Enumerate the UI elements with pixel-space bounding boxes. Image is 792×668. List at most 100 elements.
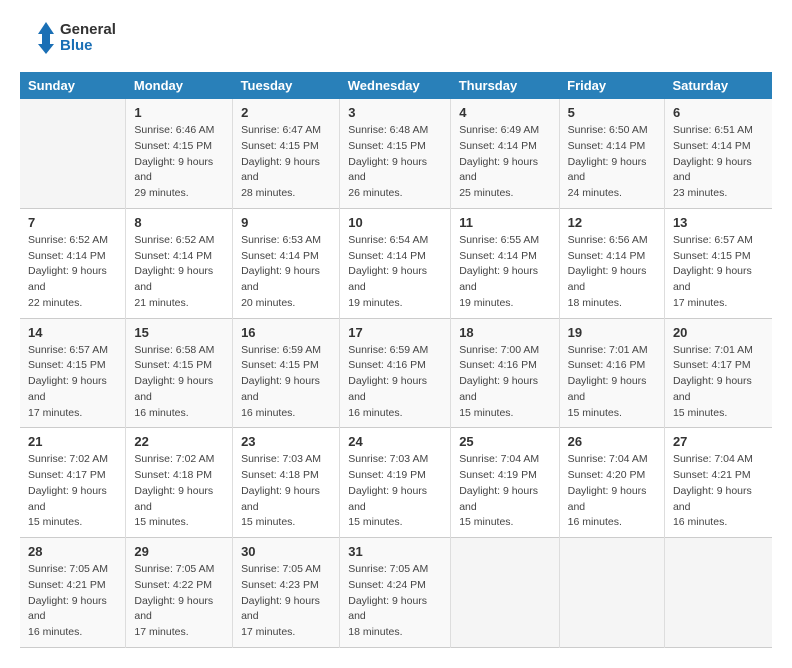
day-number: 14 bbox=[28, 325, 117, 340]
day-cell: 31 Sunrise: 7:05 AMSunset: 4:24 PMDayligh… bbox=[340, 538, 451, 648]
day-number: 8 bbox=[134, 215, 224, 230]
header: General Blue bbox=[20, 20, 772, 56]
day-detail: Sunrise: 6:58 AMSunset: 4:15 PMDaylight:… bbox=[134, 343, 224, 422]
day-number: 17 bbox=[348, 325, 442, 340]
day-cell: 6 Sunrise: 6:51 AMSunset: 4:14 PMDaylight… bbox=[664, 99, 772, 208]
header-cell-monday: Monday bbox=[126, 72, 233, 99]
day-cell bbox=[664, 538, 772, 648]
day-number: 31 bbox=[348, 544, 442, 559]
day-detail: Sunrise: 6:51 AMSunset: 4:14 PMDaylight:… bbox=[673, 123, 764, 202]
day-number: 26 bbox=[568, 434, 656, 449]
day-detail: Sunrise: 7:04 AMSunset: 4:20 PMDaylight:… bbox=[568, 452, 656, 531]
day-cell: 15 Sunrise: 6:58 AMSunset: 4:15 PMDayligh… bbox=[126, 318, 233, 428]
day-detail: Sunrise: 7:01 AMSunset: 4:17 PMDaylight:… bbox=[673, 343, 764, 422]
header-cell-saturday: Saturday bbox=[664, 72, 772, 99]
calendar-table: SundayMondayTuesdayWednesdayThursdayFrid… bbox=[20, 72, 772, 648]
day-cell: 29Sunrise: 7:05 AMSunset: 4:22 PMDayligh… bbox=[126, 538, 233, 648]
day-detail: Sunrise: 7:05 AMSunset: 4:22 PMDaylight:… bbox=[134, 562, 224, 641]
day-cell: 14 Sunrise: 6:57 AMSunset: 4:15 PMDayligh… bbox=[20, 318, 126, 428]
day-number: 12 bbox=[568, 215, 656, 230]
logo: General Blue bbox=[20, 20, 116, 56]
day-number: 30 bbox=[241, 544, 331, 559]
header-cell-friday: Friday bbox=[559, 72, 664, 99]
header-cell-sunday: Sunday bbox=[20, 72, 126, 99]
day-number: 21 bbox=[28, 434, 117, 449]
day-number: 2 bbox=[241, 105, 331, 120]
day-number: 3 bbox=[348, 105, 442, 120]
day-detail: Sunrise: 6:47 AMSunset: 4:15 PMDaylight:… bbox=[241, 123, 331, 202]
week-row-2: 7 Sunrise: 6:52 AMSunset: 4:14 PMDaylight… bbox=[20, 208, 772, 318]
day-cell bbox=[20, 99, 126, 208]
day-cell: 27Sunrise: 7:04 AMSunset: 4:21 PMDayligh… bbox=[664, 428, 772, 538]
day-number: 23 bbox=[241, 434, 331, 449]
day-detail: Sunrise: 7:02 AMSunset: 4:18 PMDaylight:… bbox=[134, 452, 224, 531]
day-cell: 18 Sunrise: 7:00 AMSunset: 4:16 PMDayligh… bbox=[451, 318, 559, 428]
day-detail: Sunrise: 6:54 AMSunset: 4:14 PMDaylight:… bbox=[348, 233, 442, 312]
day-detail: Sunrise: 7:04 AMSunset: 4:19 PMDaylight:… bbox=[459, 452, 550, 531]
day-detail: Sunrise: 6:56 AMSunset: 4:14 PMDaylight:… bbox=[568, 233, 656, 312]
logo-blue: Blue bbox=[60, 38, 116, 55]
day-cell: 16 Sunrise: 6:59 AMSunset: 4:15 PMDayligh… bbox=[233, 318, 340, 428]
day-cell: 19 Sunrise: 7:01 AMSunset: 4:16 PMDayligh… bbox=[559, 318, 664, 428]
day-detail: Sunrise: 7:05 AMSunset: 4:24 PMDaylight:… bbox=[348, 562, 442, 641]
day-number: 28 bbox=[28, 544, 117, 559]
day-cell: 13Sunrise: 6:57 AMSunset: 4:15 PMDayligh… bbox=[664, 208, 772, 318]
day-detail: Sunrise: 7:02 AMSunset: 4:17 PMDaylight:… bbox=[28, 452, 117, 531]
day-detail: Sunrise: 7:00 AMSunset: 4:16 PMDaylight:… bbox=[459, 343, 550, 422]
day-cell: 4Sunrise: 6:49 AMSunset: 4:14 PMDaylight… bbox=[451, 99, 559, 208]
day-number: 25 bbox=[459, 434, 550, 449]
day-cell bbox=[451, 538, 559, 648]
day-number: 24 bbox=[348, 434, 442, 449]
day-number: 5 bbox=[568, 105, 656, 120]
day-number: 9 bbox=[241, 215, 331, 230]
day-cell: 5 Sunrise: 6:50 AMSunset: 4:14 PMDaylight… bbox=[559, 99, 664, 208]
day-detail: Sunrise: 6:57 AMSunset: 4:15 PMDaylight:… bbox=[673, 233, 764, 312]
week-row-3: 14 Sunrise: 6:57 AMSunset: 4:15 PMDayligh… bbox=[20, 318, 772, 428]
day-number: 20 bbox=[673, 325, 764, 340]
day-detail: Sunrise: 7:05 AMSunset: 4:23 PMDaylight:… bbox=[241, 562, 331, 641]
day-detail: Sunrise: 6:57 AMSunset: 4:15 PMDaylight:… bbox=[28, 343, 117, 422]
day-cell: 10 Sunrise: 6:54 AMSunset: 4:14 PMDayligh… bbox=[340, 208, 451, 318]
day-cell: 7Sunrise: 6:52 AMSunset: 4:14 PMDaylight… bbox=[20, 208, 126, 318]
day-cell: 12 Sunrise: 6:56 AMSunset: 4:14 PMDayligh… bbox=[559, 208, 664, 318]
day-number: 18 bbox=[459, 325, 550, 340]
day-cell: 20 Sunrise: 7:01 AMSunset: 4:17 PMDayligh… bbox=[664, 318, 772, 428]
day-cell: 8 Sunrise: 6:52 AMSunset: 4:14 PMDaylight… bbox=[126, 208, 233, 318]
day-detail: Sunrise: 6:46 AMSunset: 4:15 PMDaylight:… bbox=[134, 123, 224, 202]
day-number: 4 bbox=[459, 105, 550, 120]
header-cell-wednesday: Wednesday bbox=[340, 72, 451, 99]
day-detail: Sunrise: 6:55 AMSunset: 4:14 PMDaylight:… bbox=[459, 233, 550, 312]
day-cell: 28 Sunrise: 7:05 AMSunset: 4:21 PMDayligh… bbox=[20, 538, 126, 648]
day-number: 16 bbox=[241, 325, 331, 340]
day-number: 22 bbox=[134, 434, 224, 449]
day-cell: 1 Sunrise: 6:46 AMSunset: 4:15 PMDaylight… bbox=[126, 99, 233, 208]
day-detail: Sunrise: 6:50 AMSunset: 4:14 PMDaylight:… bbox=[568, 123, 656, 202]
day-number: 6 bbox=[673, 105, 764, 120]
day-cell: 3 Sunrise: 6:48 AMSunset: 4:15 PMDaylight… bbox=[340, 99, 451, 208]
day-detail: Sunrise: 7:03 AMSunset: 4:19 PMDaylight:… bbox=[348, 452, 442, 531]
logo-general: General bbox=[60, 22, 116, 39]
day-detail: Sunrise: 6:59 AMSunset: 4:15 PMDaylight:… bbox=[241, 343, 331, 422]
day-number: 7 bbox=[28, 215, 117, 230]
day-detail: Sunrise: 7:04 AMSunset: 4:21 PMDaylight:… bbox=[673, 452, 764, 531]
day-cell: 22 Sunrise: 7:02 AMSunset: 4:18 PMDayligh… bbox=[126, 428, 233, 538]
day-detail: Sunrise: 6:52 AMSunset: 4:14 PMDaylight:… bbox=[134, 233, 224, 312]
day-detail: Sunrise: 6:53 AMSunset: 4:14 PMDaylight:… bbox=[241, 233, 331, 312]
day-detail: Sunrise: 7:01 AMSunset: 4:16 PMDaylight:… bbox=[568, 343, 656, 422]
day-detail: Sunrise: 6:48 AMSunset: 4:15 PMDaylight:… bbox=[348, 123, 442, 202]
day-cell: 11Sunrise: 6:55 AMSunset: 4:14 PMDayligh… bbox=[451, 208, 559, 318]
day-cell: 26 Sunrise: 7:04 AMSunset: 4:20 PMDayligh… bbox=[559, 428, 664, 538]
day-cell: 9 Sunrise: 6:53 AMSunset: 4:14 PMDaylight… bbox=[233, 208, 340, 318]
day-number: 10 bbox=[348, 215, 442, 230]
day-detail: Sunrise: 7:03 AMSunset: 4:18 PMDaylight:… bbox=[241, 452, 331, 531]
day-cell: 23 Sunrise: 7:03 AMSunset: 4:18 PMDayligh… bbox=[233, 428, 340, 538]
day-cell: 21 Sunrise: 7:02 AMSunset: 4:17 PMDayligh… bbox=[20, 428, 126, 538]
day-cell bbox=[559, 538, 664, 648]
day-number: 1 bbox=[134, 105, 224, 120]
day-cell: 25 Sunrise: 7:04 AMSunset: 4:19 PMDayligh… bbox=[451, 428, 559, 538]
day-detail: Sunrise: 7:05 AMSunset: 4:21 PMDaylight:… bbox=[28, 562, 117, 641]
week-row-5: 28 Sunrise: 7:05 AMSunset: 4:21 PMDayligh… bbox=[20, 538, 772, 648]
day-number: 15 bbox=[134, 325, 224, 340]
day-number: 19 bbox=[568, 325, 656, 340]
logo-icon bbox=[20, 20, 56, 56]
